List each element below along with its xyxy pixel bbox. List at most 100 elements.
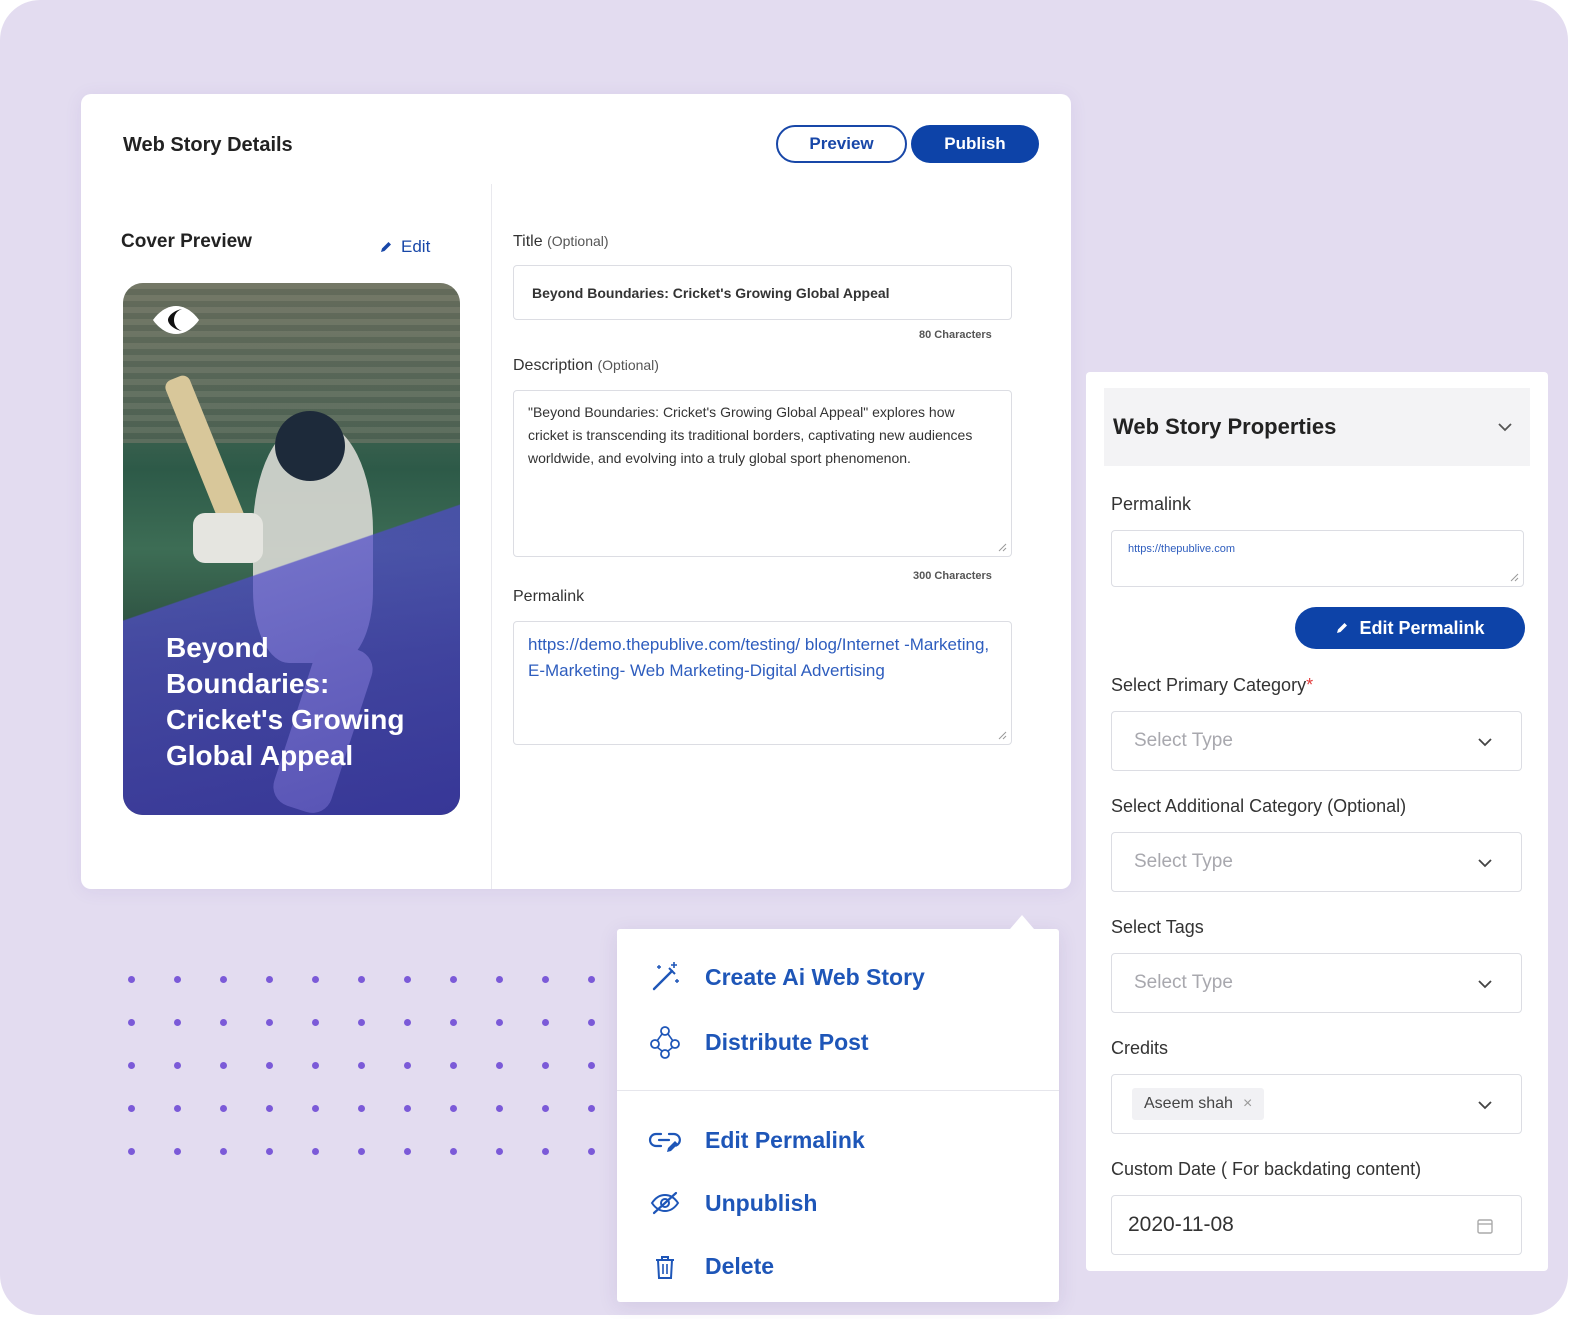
decorative-dot (358, 1062, 365, 1069)
decorative-dot (404, 1148, 411, 1155)
tags-label: Select Tags (1111, 917, 1204, 937)
primary-category-label: Select Primary Category* (1111, 675, 1313, 696)
decorative-dot (542, 1062, 549, 1069)
custom-date-value: 2020-11-08 (1128, 1213, 1234, 1236)
decorative-dot (450, 1019, 457, 1026)
chevron-down-icon[interactable] (1496, 418, 1514, 436)
decorative-dot-grid (128, 976, 608, 1166)
description-textarea[interactable]: "Beyond Boundaries: Cricket's Growing Gl… (513, 390, 1012, 557)
tags-select[interactable]: Select Type (1111, 953, 1522, 1013)
decorative-dot (542, 976, 549, 983)
credit-chip-label: Aseem shah (1144, 1095, 1233, 1112)
menu-caret (1010, 915, 1034, 929)
additional-category-select[interactable]: Select Type (1111, 832, 1522, 892)
title-optional-text: (Optional) (547, 233, 609, 249)
decorative-dot (128, 1062, 135, 1069)
menu-item-create-ai-web-story[interactable]: Create Ai Web Story (647, 959, 925, 995)
decorative-dot (450, 1062, 457, 1069)
web-story-details-card: Web Story Details Preview Publish Cover … (81, 94, 1071, 889)
decorative-dot (496, 1148, 503, 1155)
custom-date-input[interactable]: 2020-11-08 (1111, 1195, 1522, 1255)
page-title: Web Story Details (123, 134, 293, 156)
cover-title-text: Beyond Boundaries: Cricket's Growing Glo… (166, 632, 405, 771)
edit-permalink-button[interactable]: Edit Permalink (1295, 607, 1525, 649)
primary-category-select[interactable]: Select Type (1111, 711, 1522, 771)
chevron-down-icon (1478, 1101, 1492, 1110)
column-divider (491, 184, 492, 889)
description-textarea-value: "Beyond Boundaries: Cricket's Growing Gl… (528, 404, 973, 466)
permalink-textarea-value[interactable]: https://demo.thepublive.com/testing/ blo… (528, 635, 989, 680)
decorative-dot (404, 1062, 411, 1069)
decorative-dot (220, 1062, 227, 1069)
resize-grip-icon[interactable] (997, 730, 1007, 740)
credits-select[interactable]: Aseem shah × (1111, 1074, 1522, 1134)
properties-permalink-label: Permalink (1111, 494, 1192, 514)
decorative-dot (404, 976, 411, 983)
decorative-dot (588, 1105, 595, 1112)
publish-button[interactable]: Publish (911, 125, 1039, 163)
cover-preview-image[interactable]: Beyond Boundaries: Cricket's Growing Glo… (123, 283, 460, 815)
menu-separator (617, 1090, 1059, 1091)
decorative-dot (266, 1148, 273, 1155)
decorative-dot (312, 1148, 319, 1155)
menu-item-label: Edit Permalink (705, 1126, 865, 1153)
title-input[interactable]: Beyond Boundaries: Cricket's Growing Glo… (513, 265, 1012, 320)
decorative-dot (542, 1148, 549, 1155)
decorative-dot (542, 1105, 549, 1112)
custom-date-label: Custom Date ( For backdating content) (1111, 1159, 1422, 1179)
menu-item-label: Create Ai Web Story (705, 963, 925, 990)
decorative-dot (496, 1105, 503, 1112)
decorative-dot (266, 1105, 273, 1112)
permalink-field-label: Permalink (513, 588, 585, 605)
decorative-dot (220, 1148, 227, 1155)
menu-item-label: Distribute Post (705, 1028, 869, 1055)
decorative-dot (450, 976, 457, 983)
chevron-down-icon (1478, 738, 1492, 747)
decorative-dot (450, 1148, 457, 1155)
menu-item-label: Delete (705, 1252, 775, 1279)
decorative-dot (404, 1105, 411, 1112)
tags-placeholder: Select Type (1134, 972, 1233, 993)
decorative-dot (588, 976, 595, 983)
description-label-text: Description (513, 357, 594, 374)
preview-button[interactable]: Preview (776, 125, 907, 163)
cover-preview-label: Cover Preview (121, 231, 252, 252)
title-char-count: 80 Characters (919, 329, 992, 341)
decorative-dot (174, 1148, 181, 1155)
description-field-label: Description (Optional) (513, 357, 659, 375)
pencil-icon (381, 242, 391, 252)
eye-off-icon (647, 1185, 683, 1221)
title-field-label: Title (Optional) (513, 233, 609, 251)
decorative-dot (128, 1148, 135, 1155)
properties-header[interactable]: Web Story Properties (1104, 388, 1530, 466)
decorative-dot (358, 1148, 365, 1155)
credit-chip[interactable]: Aseem shah × (1132, 1088, 1265, 1120)
decorative-dot (358, 976, 365, 983)
close-icon[interactable]: × (1243, 1095, 1252, 1113)
page-background: Web Story Details Preview Publish Cover … (0, 0, 1568, 1315)
resize-grip-icon[interactable] (1509, 572, 1519, 582)
cover-edit-link[interactable]: Edit (379, 237, 430, 257)
resize-grip-icon[interactable] (997, 542, 1007, 552)
decorative-dot (312, 1105, 319, 1112)
decorative-dot (174, 1062, 181, 1069)
calendar-icon[interactable] (1475, 1216, 1495, 1236)
decorative-dot (450, 1105, 457, 1112)
chevron-down-icon (1478, 859, 1492, 868)
menu-item-distribute-post[interactable]: Distribute Post (647, 1024, 869, 1060)
decorative-dot (312, 976, 319, 983)
permalink-textarea[interactable]: https://demo.thepublive.com/testing/ blo… (513, 621, 1012, 745)
magic-wand-icon (647, 959, 683, 995)
menu-item-edit-permalink[interactable]: Edit Permalink (647, 1122, 865, 1158)
edit-permalink-label: Edit Permalink (1359, 617, 1485, 638)
decorative-dot (266, 1062, 273, 1069)
additional-category-placeholder: Select Type (1134, 851, 1233, 872)
decorative-dot (358, 1105, 365, 1112)
brand-logo-icon (153, 306, 199, 334)
decorative-dot (220, 976, 227, 983)
menu-item-delete[interactable]: Delete (647, 1248, 774, 1284)
properties-permalink-input[interactable]: https://thepublive.com (1111, 530, 1524, 587)
description-optional-text: (Optional) (597, 357, 659, 373)
menu-item-unpublish[interactable]: Unpublish (647, 1185, 817, 1221)
decorative-dot (174, 1019, 181, 1026)
